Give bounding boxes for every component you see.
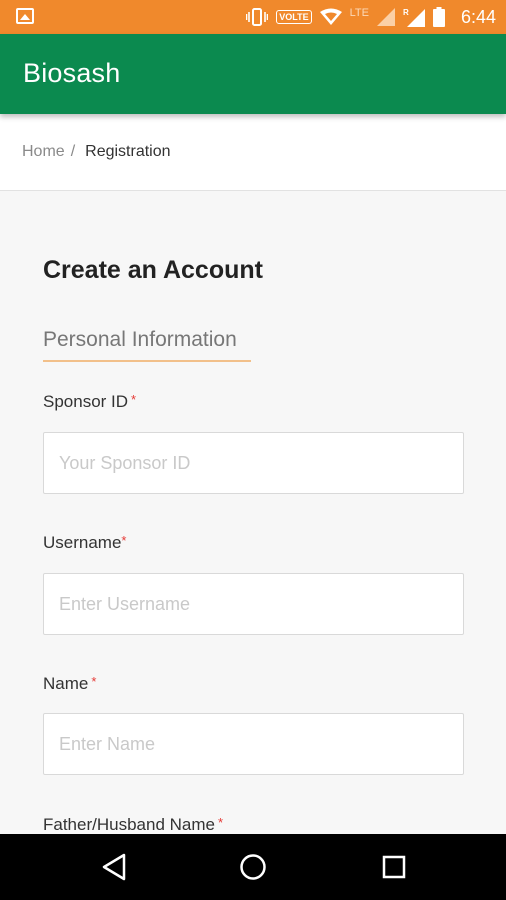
recents-icon[interactable]: [379, 852, 409, 882]
name-input[interactable]: [43, 713, 464, 775]
vibrate-icon: [246, 8, 269, 26]
username-input[interactable]: [43, 573, 464, 635]
image-notification-icon: [16, 8, 34, 24]
status-bar: VOLTE LTE R 6:44: [0, 0, 506, 34]
system-nav-bar: [0, 834, 506, 900]
breadcrumb-current: Registration: [85, 143, 171, 160]
breadcrumb-home-link[interactable]: Home: [22, 143, 65, 161]
registration-form: Create an Account Personal Information S…: [0, 192, 506, 834]
app-title: Biosash: [23, 58, 121, 88]
roaming-label: R: [403, 8, 409, 17]
signal-icon-2: R: [403, 8, 425, 27]
clock: 6:44: [460, 6, 496, 27]
volte-badge: VOLTE: [276, 10, 312, 24]
signal-icon-1: [376, 8, 395, 26]
required-marker: *: [121, 533, 127, 548]
sponsor-id-label: Sponsor ID *: [43, 392, 137, 411]
sponsor-id-input[interactable]: [43, 432, 464, 494]
breadcrumb-bar: Home / Registration: [0, 114, 506, 191]
tab-personal-information[interactable]: Personal Information: [43, 328, 251, 362]
required-marker: *: [217, 815, 224, 830]
required-marker: *: [91, 674, 97, 689]
required-marker: *: [131, 392, 137, 407]
home-icon[interactable]: [238, 852, 268, 882]
breadcrumb-separator: /: [70, 143, 76, 160]
username-label: Username*: [43, 533, 127, 552]
back-icon[interactable]: [99, 852, 129, 882]
form-title: Create an Account: [43, 256, 263, 284]
name-label: Name *: [43, 674, 97, 693]
status-icons: VOLTE LTE R 6:44: [246, 0, 496, 34]
breadcrumb: Home / Registration: [22, 143, 171, 161]
father-husband-name-label: Father/Husband Name *: [43, 815, 224, 834]
app-bar: Biosash: [0, 34, 506, 114]
battery-icon: [432, 7, 445, 27]
lte-label: LTE: [349, 7, 369, 19]
wifi-icon: [319, 8, 342, 25]
